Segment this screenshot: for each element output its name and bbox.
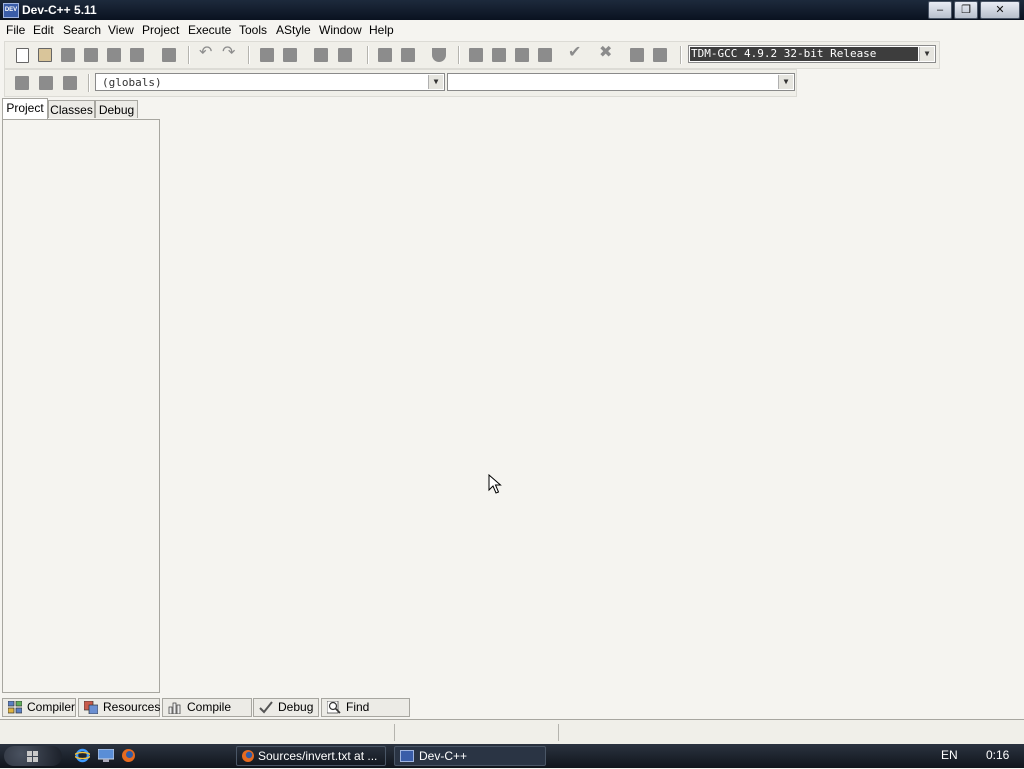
menu-execute[interactable]: Execute bbox=[188, 23, 231, 37]
taskbar-item-devcpp[interactable]: Dev-C++ bbox=[394, 746, 546, 766]
rebuild-all-icon[interactable] bbox=[538, 48, 552, 62]
firefox-icon bbox=[241, 749, 255, 763]
delete-profile-icon[interactable] bbox=[653, 48, 667, 62]
magnifier-icon bbox=[326, 700, 341, 714]
menu-search[interactable]: Search bbox=[63, 23, 101, 37]
firefox-icon[interactable] bbox=[121, 748, 136, 763]
taskbar-item-label: Dev-C++ bbox=[419, 749, 468, 763]
save-icon[interactable] bbox=[61, 48, 75, 62]
syntax-check-icon[interactable]: ✔ bbox=[568, 45, 582, 61]
resources-icon bbox=[83, 700, 99, 715]
show-desktop-icon[interactable] bbox=[97, 748, 115, 762]
new-file-icon[interactable] bbox=[16, 48, 29, 63]
start-button[interactable] bbox=[4, 746, 62, 766]
tab-project[interactable]: Project bbox=[2, 98, 48, 119]
compiler-select-value: TDM-GCC 4.9.2 32-bit Release bbox=[690, 47, 918, 61]
tab-classes[interactable]: Classes bbox=[48, 100, 95, 118]
close-file-icon[interactable] bbox=[107, 48, 121, 62]
compile-run-icon[interactable] bbox=[515, 48, 529, 62]
new-project-icon[interactable] bbox=[15, 76, 29, 90]
bar-chart-icon bbox=[168, 701, 182, 715]
toolbar-separator bbox=[458, 46, 459, 64]
close-button[interactable]: ✕ bbox=[980, 1, 1020, 19]
find-next-icon[interactable] bbox=[314, 48, 328, 62]
unindent-icon[interactable] bbox=[378, 48, 392, 62]
language-indicator[interactable]: EN bbox=[941, 748, 958, 762]
redo-icon[interactable]: ↷ bbox=[222, 45, 236, 61]
project-options-icon[interactable] bbox=[63, 76, 77, 90]
tab-debug[interactable]: Debug bbox=[95, 100, 138, 118]
toggle-bookmark-icon[interactable] bbox=[432, 48, 446, 62]
menu-window[interactable]: Window bbox=[319, 23, 362, 37]
status-bar bbox=[0, 719, 1024, 745]
run-icon[interactable] bbox=[492, 48, 506, 62]
tab-compile-log[interactable]: Compile Log bbox=[162, 698, 252, 731]
chevron-down-icon[interactable]: ▼ bbox=[919, 47, 934, 61]
add-to-project-icon[interactable] bbox=[39, 76, 53, 90]
toolbar-separator bbox=[248, 46, 249, 64]
checkmark-icon bbox=[259, 701, 273, 714]
scope-select-value: (globals) bbox=[102, 76, 162, 89]
title-bar[interactable]: DEV Dev-C++ 5.11 – ❐ ✕ bbox=[0, 0, 1024, 20]
close-all-icon[interactable] bbox=[130, 48, 144, 62]
project-panel[interactable] bbox=[2, 119, 160, 693]
menu-tools[interactable]: Tools bbox=[239, 23, 267, 37]
toolbar-separator bbox=[680, 46, 681, 64]
status-divider bbox=[558, 724, 559, 741]
menu-astyle[interactable]: AStyle bbox=[276, 23, 311, 37]
status-divider bbox=[394, 724, 395, 741]
clock[interactable]: 0:16 bbox=[986, 748, 1009, 762]
chevron-down-icon[interactable]: ▼ bbox=[428, 75, 443, 89]
devcpp-icon bbox=[400, 750, 414, 762]
tab-resources-label: Resources bbox=[103, 700, 161, 714]
menu-file[interactable]: File bbox=[6, 23, 25, 37]
tab-debug-output[interactable]: Debug bbox=[253, 698, 319, 717]
toolbar-separator bbox=[88, 74, 89, 92]
chevron-down-icon[interactable]: ▼ bbox=[778, 75, 793, 89]
menu-edit[interactable]: Edit bbox=[33, 23, 54, 37]
toolbar-separator bbox=[367, 46, 368, 64]
goto-line-icon[interactable] bbox=[338, 48, 352, 62]
window-title: Dev-C++ 5.11 bbox=[22, 3, 97, 17]
indent-icon[interactable] bbox=[401, 48, 415, 62]
internet-explorer-icon[interactable] bbox=[73, 748, 92, 763]
menu-project[interactable]: Project bbox=[142, 23, 179, 37]
tab-resources[interactable]: Resources bbox=[78, 698, 160, 717]
minimize-button[interactable]: – bbox=[928, 1, 952, 19]
tab-debug-output-label: Debug bbox=[278, 700, 314, 714]
profile-icon[interactable] bbox=[630, 48, 644, 62]
mouse-cursor-icon bbox=[488, 474, 502, 494]
app-icon: DEV bbox=[3, 3, 19, 18]
compiler-icon bbox=[7, 700, 23, 714]
toolbar-separator bbox=[188, 46, 189, 64]
tab-compiler-label: Compiler bbox=[27, 700, 76, 714]
main-toolbar: ↶ ↷ ✔ ✖ TDM-GCC 4.9.2 32-bit Release ▼ bbox=[4, 41, 940, 69]
member-select[interactable]: ▼ bbox=[447, 73, 795, 91]
maximize-button[interactable]: ❐ bbox=[954, 1, 978, 19]
taskbar-item-firefox[interactable]: Sources/invert.txt at ... bbox=[236, 746, 386, 766]
print-icon[interactable] bbox=[162, 48, 176, 62]
menu-view[interactable]: View bbox=[108, 23, 134, 37]
scope-select[interactable]: (globals) ▼ bbox=[95, 73, 445, 91]
compile-icon[interactable] bbox=[469, 48, 483, 62]
menu-help[interactable]: Help bbox=[369, 23, 394, 37]
menu-bar: File Edit Search View Project Execute To… bbox=[0, 20, 1024, 40]
open-file-icon[interactable] bbox=[38, 48, 52, 62]
compiler-select[interactable]: TDM-GCC 4.9.2 32-bit Release ▼ bbox=[688, 45, 936, 63]
tab-compiler[interactable]: Compiler bbox=[2, 698, 76, 717]
save-all-icon[interactable] bbox=[84, 48, 98, 62]
taskbar: Sources/invert.txt at ... Dev-C++ EN 0:1… bbox=[0, 744, 1024, 768]
class-toolbar: (globals) ▼ ▼ bbox=[4, 69, 797, 97]
replace-icon[interactable] bbox=[283, 48, 297, 62]
taskbar-item-label: Sources/invert.txt at ... bbox=[258, 749, 378, 763]
stop-execution-icon[interactable]: ✖ bbox=[599, 45, 613, 61]
windows-logo-icon bbox=[27, 751, 38, 762]
tab-find-results[interactable]: Find Results bbox=[321, 698, 410, 731]
undo-icon[interactable]: ↶ bbox=[199, 45, 213, 61]
find-icon[interactable] bbox=[260, 48, 274, 62]
